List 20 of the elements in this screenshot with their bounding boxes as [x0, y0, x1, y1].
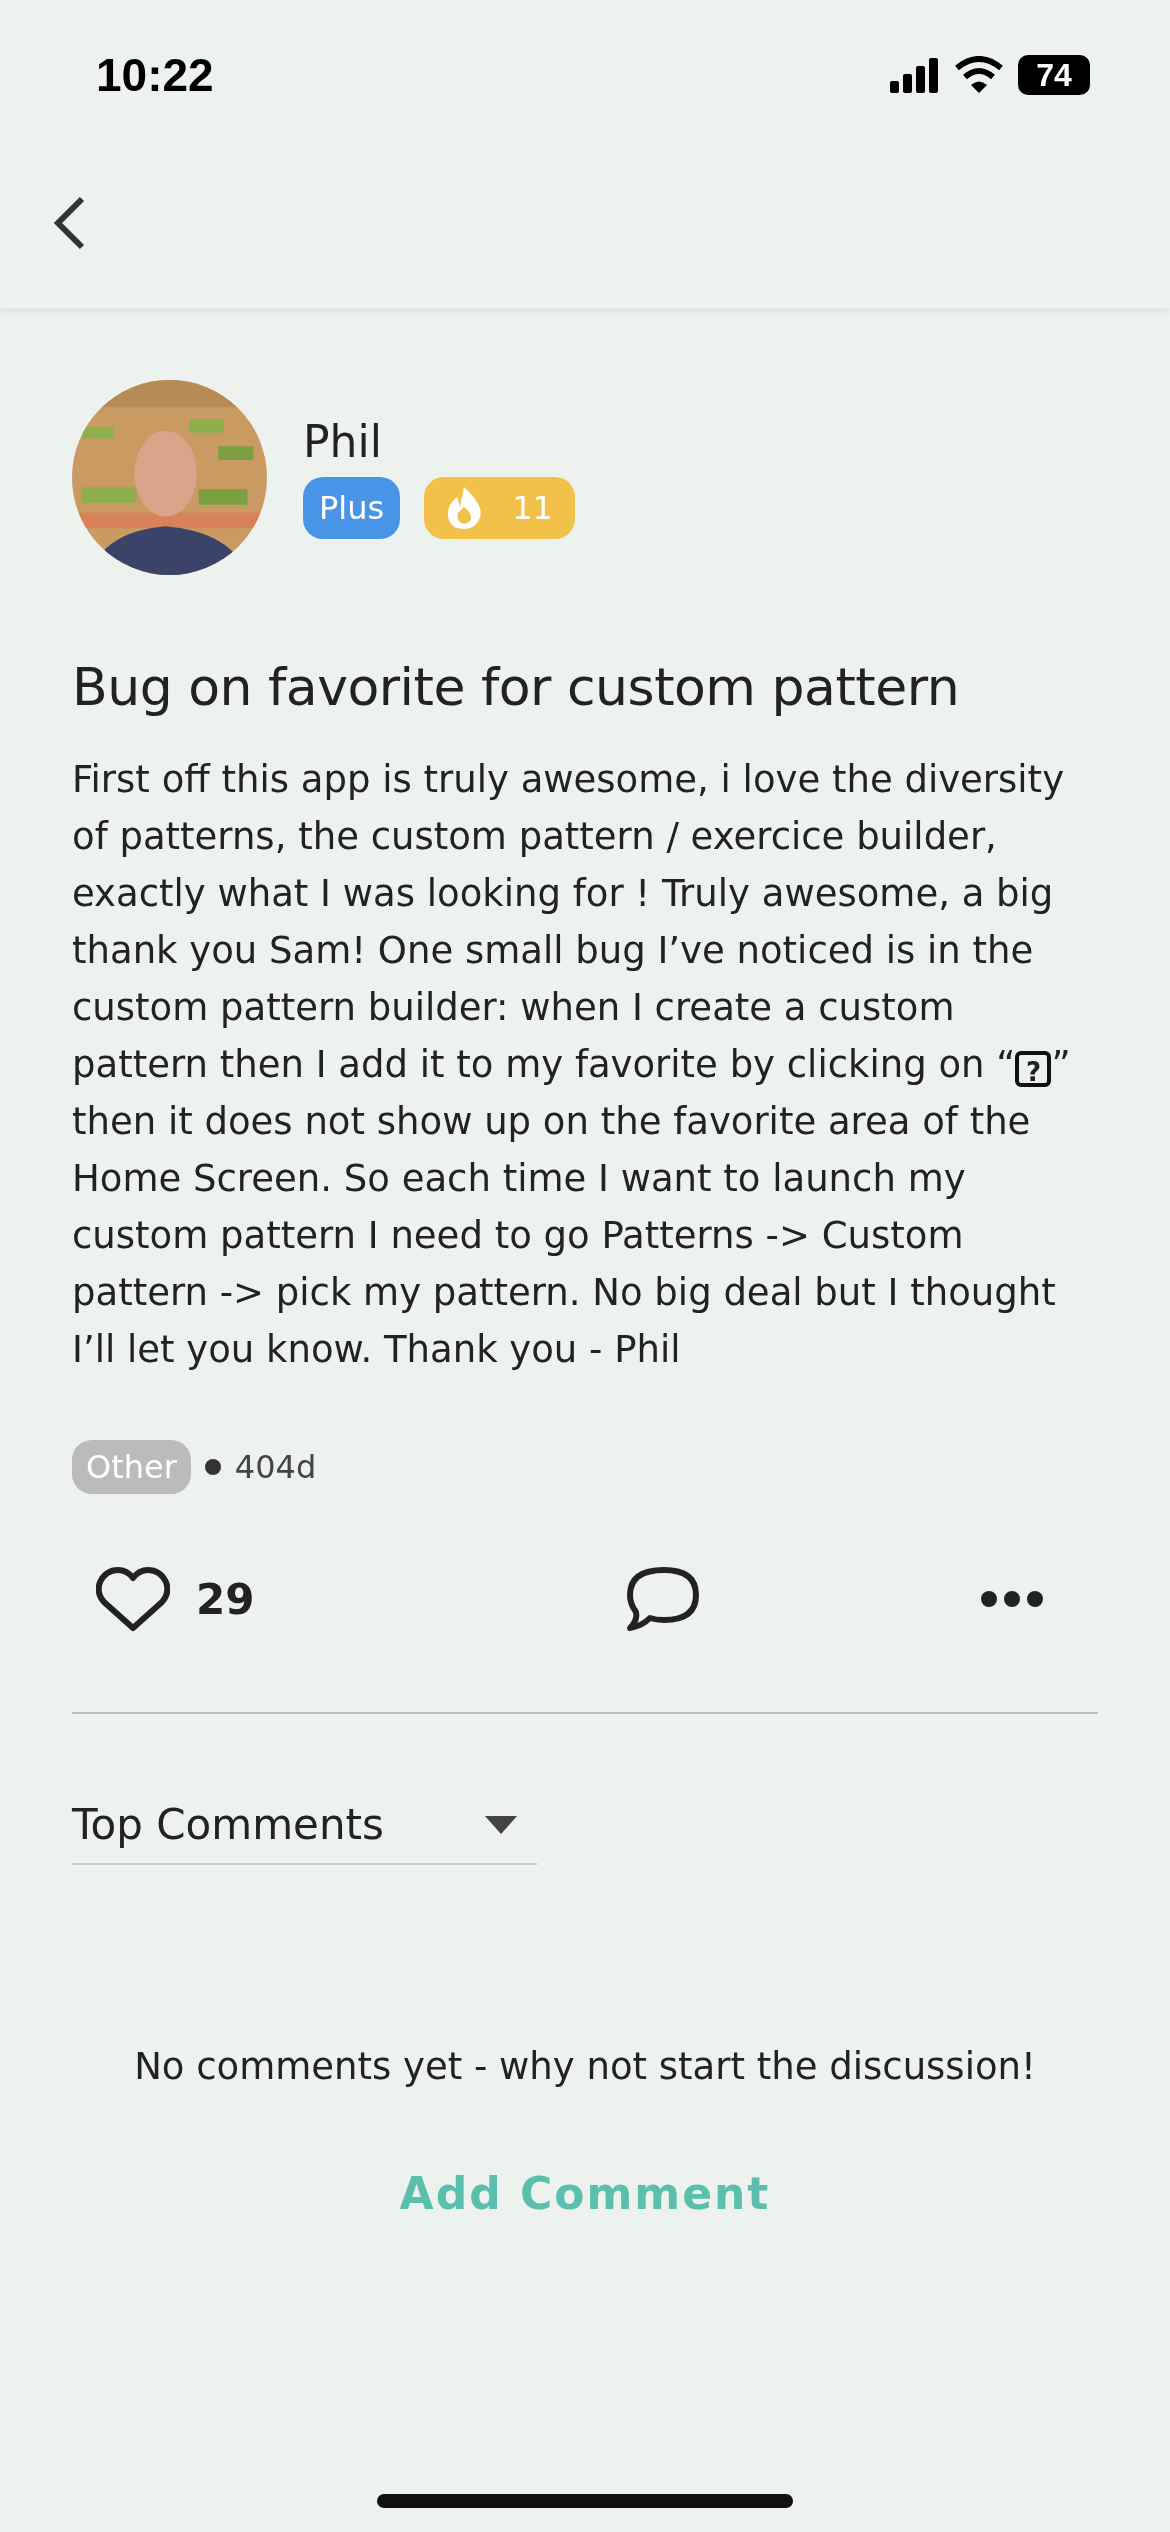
battery-icon: 74 [1018, 55, 1090, 95]
more-icon[interactable] [980, 1590, 1044, 1608]
back-icon[interactable] [52, 196, 86, 250]
heart-icon[interactable] [96, 1566, 170, 1632]
dot-icon [204, 1459, 221, 1475]
post-body: First off this app is truly awesome, i love the diversity of patterns, the custom pattern / exercice builder, exactly what I was looking for ! Truly awesome, a big thank you Sam! One small bug I’ve noticed is in the custom pattern builder: when I create a custom pattern then I add it to my favorite by clicking on “ ? ” then it does not show up on the favorite area of the Home Screen. So each time I want to launch my custom pattern I need to go Patterns -> Custom pattern -> pick my pattern. No big deal but I thought I’ll let you know. Thank you - Phil [72, 757, 1072, 1373]
empty-message: No comments yet - why not start the discussion! [133, 2045, 1037, 2088]
wifi-icon [954, 56, 1004, 94]
post-age: 404d [234, 1448, 317, 1486]
caret-icon [485, 1815, 517, 1834]
post-title: Bug on favorite for custom pattern [72, 657, 961, 717]
like-count: 29 [196, 1574, 255, 1624]
author-name: Phil [303, 416, 383, 467]
status-time: 10:22 [96, 48, 214, 102]
category-tag: Other [72, 1440, 191, 1494]
sort-dropdown[interactable]: Top Comments [72, 1800, 537, 1865]
streak-count: 11 [512, 489, 553, 527]
signal-icon [890, 57, 940, 93]
plan-badge: Plus [303, 477, 401, 539]
comment-icon[interactable] [626, 1566, 700, 1632]
